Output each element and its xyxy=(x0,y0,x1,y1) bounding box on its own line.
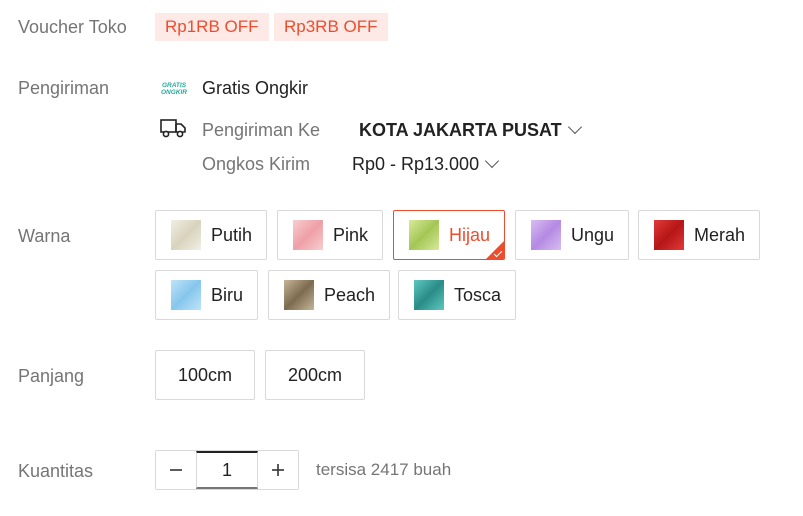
color-option-label: Hijau xyxy=(449,224,491,245)
free-shipping-text: Gratis Ongkir xyxy=(202,78,309,98)
color-thumb-hijau xyxy=(409,220,439,250)
color-option-label: Pink xyxy=(333,224,369,245)
color-option-label: Merah xyxy=(694,224,746,245)
color-option-hijau[interactable]: Hijau xyxy=(393,210,506,260)
color-option-tosca[interactable]: Tosca xyxy=(398,270,517,320)
free-shipping-badge-line1: GRATIS xyxy=(162,82,187,89)
color-option-merah[interactable]: Merah xyxy=(638,210,761,260)
free-shipping-icon: GRATIS ONGKIR xyxy=(161,82,187,96)
color-label: Warna xyxy=(18,226,71,246)
increase-button[interactable] xyxy=(258,451,298,489)
chevron-down-icon xyxy=(485,153,500,169)
voucher-tag-1rb[interactable]: Rp1RB OFF xyxy=(153,13,269,41)
quantity-stepper xyxy=(155,450,299,490)
shipping-cost-label: Ongkos Kirim xyxy=(202,154,311,174)
stock-remaining: tersisa 2417 buah xyxy=(316,460,452,479)
voucher-tag-3rb[interactable]: Rp3RB OFF xyxy=(272,13,388,41)
color-option-label: Tosca xyxy=(454,284,502,305)
shipping-cost-selector[interactable]: Rp0 - Rp13.000 xyxy=(352,153,500,175)
quantity-input[interactable] xyxy=(196,451,258,489)
truck-icon xyxy=(160,119,186,138)
voucher-label: Voucher Toko xyxy=(18,17,127,37)
color-thumb-merah xyxy=(654,220,684,250)
color-option-label: Ungu xyxy=(571,224,615,245)
color-option-label: Biru xyxy=(211,284,244,305)
color-option-biru[interactable]: Biru xyxy=(155,270,259,320)
shipping-cost-value: Rp0 - Rp13.000 xyxy=(352,154,480,174)
shipping-label: Pengiriman xyxy=(18,78,110,98)
color-thumb-ungu xyxy=(531,220,561,250)
decrease-button[interactable] xyxy=(156,451,196,489)
color-thumb-peach xyxy=(284,280,314,310)
color-option-ungu[interactable]: Ungu xyxy=(515,210,630,260)
color-option-label: Peach xyxy=(324,284,376,305)
destination-selector[interactable]: KOTA JAKARTA PUSAT xyxy=(359,119,582,141)
color-option-label: Putih xyxy=(211,224,253,245)
shipping-to-label: Pengiriman Ke xyxy=(202,120,321,140)
plus-icon xyxy=(272,464,284,476)
color-option-putih[interactable]: Putih xyxy=(155,210,268,260)
free-shipping-badge-line2: ONGKIR xyxy=(161,89,187,96)
quantity-label: Kuantitas xyxy=(18,461,94,481)
color-thumb-biru xyxy=(171,280,201,310)
chevron-down-icon xyxy=(567,119,582,135)
color-thumb-putih xyxy=(171,220,201,250)
color-option-pink[interactable]: Pink xyxy=(277,210,384,260)
destination-city: KOTA JAKARTA PUSAT xyxy=(359,120,562,140)
length-option-200cm[interactable]: 200cm xyxy=(265,350,365,400)
color-option-peach[interactable]: Peach xyxy=(268,270,391,320)
length-option-100cm[interactable]: 100cm xyxy=(155,350,255,400)
length-label: Panjang xyxy=(18,366,85,386)
color-thumb-pink xyxy=(293,220,323,250)
minus-icon xyxy=(170,469,182,471)
color-thumb-tosca xyxy=(414,280,444,310)
